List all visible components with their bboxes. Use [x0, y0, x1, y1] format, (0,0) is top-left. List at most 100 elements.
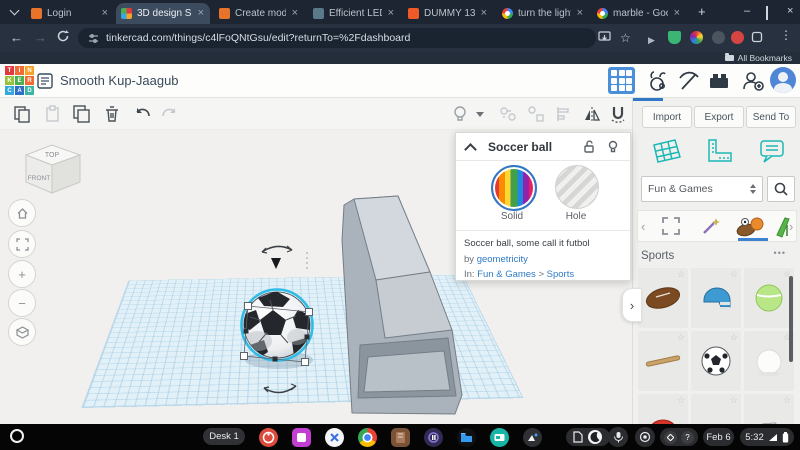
- ungroup-icon[interactable]: [526, 104, 546, 129]
- tab-close-icon[interactable]: ×: [576, 8, 584, 19]
- notification-tray[interactable]: [566, 428, 610, 446]
- shape-baseball-bat[interactable]: ☆: [638, 331, 688, 391]
- copy-icon[interactable]: [12, 104, 32, 129]
- redo-icon[interactable]: [160, 104, 180, 129]
- bookmark-star-icon[interactable]: ☆: [620, 30, 631, 46]
- shape-tennis-ball[interactable]: ☆: [744, 268, 794, 328]
- magnet-snap-icon[interactable]: [608, 104, 628, 129]
- app-icon-files[interactable]: [457, 428, 476, 447]
- app-icon-paint[interactable]: [259, 428, 278, 447]
- tinkercad-logo[interactable]: T I N K E R C A D: [5, 66, 34, 95]
- add-person-icon[interactable]: [740, 68, 766, 99]
- minecraft-pickaxe-icon[interactable]: [676, 68, 702, 99]
- ruler-tool-icon[interactable]: [703, 136, 735, 171]
- app-icon-card[interactable]: [490, 428, 509, 447]
- browser-menu-kebab-icon[interactable]: ⋮: [780, 28, 792, 42]
- paste-icon[interactable]: [42, 104, 62, 129]
- tab-close-icon[interactable]: ×: [197, 8, 205, 19]
- shapes-grid-button[interactable]: [608, 67, 635, 94]
- restore-window-button[interactable]: [766, 6, 768, 20]
- show-hide-dropdown-caret[interactable]: [476, 112, 484, 117]
- carousel-left-chevron[interactable]: ‹: [641, 219, 645, 234]
- accessibility-tray[interactable]: ?: [660, 428, 698, 446]
- app-icon-chrome[interactable]: [358, 428, 377, 447]
- tab-create-model[interactable]: Create model | F... ×: [214, 3, 304, 24]
- send-to-button[interactable]: Send To: [746, 106, 796, 128]
- panel-collapse-button[interactable]: ›: [622, 288, 642, 322]
- url-omnibox[interactable]: tinkercad.com/things/c4lFoQNtGsu/edit?re…: [78, 28, 596, 48]
- carousel-right-chevron[interactable]: ›: [789, 219, 793, 234]
- app-icon-purple[interactable]: [424, 428, 443, 447]
- close-window-button[interactable]: ×: [787, 5, 793, 17]
- tab-light-strip[interactable]: turn the light stri... ×: [497, 3, 589, 24]
- delete-icon[interactable]: [102, 104, 122, 129]
- tab-close-icon[interactable]: ×: [387, 8, 395, 19]
- import-button[interactable]: Import: [642, 106, 692, 128]
- selection-frame-icon[interactable]: [660, 215, 682, 242]
- category-dropdown[interactable]: Fun & Games: [641, 176, 763, 202]
- screen-record-button[interactable]: [635, 427, 655, 447]
- raise-handle-cone[interactable]: [271, 258, 281, 269]
- collapse-chevron-icon[interactable]: [464, 143, 477, 156]
- all-bookmarks-button[interactable]: All Bookmarks: [724, 53, 792, 63]
- design-title[interactable]: Smooth Kup-Jaagub: [60, 73, 179, 88]
- help-button[interactable]: ?: [681, 430, 694, 444]
- red-extension-icon[interactable]: [731, 31, 744, 44]
- ramp-shape[interactable]: [341, 195, 463, 415]
- site-info-icon[interactable]: [88, 33, 99, 44]
- reload-icon[interactable]: [56, 29, 70, 47]
- forward-icon[interactable]: →: [34, 30, 47, 46]
- shape-american-football[interactable]: ☆: [638, 268, 688, 328]
- app-icon-blue-x[interactable]: [325, 428, 344, 447]
- unlock-icon[interactable]: [582, 139, 596, 159]
- shield-extension-icon[interactable]: [668, 31, 681, 44]
- tinker-hand-icon[interactable]: [644, 68, 670, 99]
- group-icon[interactable]: [498, 104, 518, 129]
- duplicate-icon[interactable]: [72, 104, 92, 129]
- send-to-device-icon[interactable]: [598, 30, 611, 47]
- desk-button[interactable]: Desk 1: [203, 428, 245, 445]
- diamond-button[interactable]: [664, 430, 677, 444]
- profile-avatar[interactable]: [770, 67, 796, 93]
- category-link[interactable]: Fun & Games: [477, 269, 536, 280]
- tab-close-icon[interactable]: ×: [673, 8, 681, 19]
- sidepanel-icon[interactable]: ▶: [648, 32, 655, 48]
- app-icon-gallery[interactable]: [523, 428, 542, 447]
- lego-brick-icon[interactable]: [706, 68, 732, 99]
- back-icon[interactable]: ←: [10, 30, 23, 46]
- zoom-out-button[interactable]: −: [8, 289, 36, 317]
- soccer-ball-object[interactable]: [240, 288, 314, 362]
- tab-dummy-print[interactable]: DUMMY 13 Print... ×: [403, 3, 493, 24]
- notes-tool-icon[interactable]: [757, 136, 787, 171]
- flip-mirror-icon[interactable]: [582, 104, 602, 129]
- export-button[interactable]: Export: [694, 106, 744, 128]
- show-hide-lightbulb-icon[interactable]: [450, 104, 470, 129]
- dots-extension-icon[interactable]: [712, 31, 725, 44]
- tab-close-icon[interactable]: ×: [101, 8, 109, 19]
- minimize-window-button[interactable]: –: [744, 5, 750, 17]
- shape-search-button[interactable]: [767, 176, 795, 202]
- home-view-button[interactable]: [8, 199, 36, 227]
- fit-view-button[interactable]: [8, 230, 36, 258]
- tab-login[interactable]: Login ×: [26, 3, 114, 24]
- color-extension-icon[interactable]: [690, 31, 703, 44]
- app-icon-book[interactable]: [391, 428, 410, 447]
- microphone-button[interactable]: [608, 427, 628, 447]
- solid-option[interactable]: [491, 165, 537, 211]
- shape-soccer-ball[interactable]: ☆: [691, 331, 741, 391]
- extensions-puzzle-icon[interactable]: [751, 31, 763, 47]
- tab-close-icon[interactable]: ×: [480, 8, 488, 19]
- zoom-in-button[interactable]: +: [8, 260, 36, 288]
- hole-option[interactable]: [555, 165, 599, 209]
- tab-3d-design[interactable]: 3D design Smoo... ×: [116, 3, 210, 24]
- launcher-button[interactable]: [10, 429, 24, 443]
- workplane-tool-icon[interactable]: [649, 136, 683, 171]
- tab-search-chevron-icon[interactable]: [9, 5, 20, 16]
- author-link[interactable]: geometricity: [477, 254, 528, 265]
- shape-football-helmet[interactable]: ☆: [691, 268, 741, 328]
- subcategory-link[interactable]: Sports: [547, 269, 574, 280]
- app-icon-magenta[interactable]: [292, 428, 311, 447]
- new-tab-button[interactable]: +: [698, 4, 706, 19]
- tab-led-circuit[interactable]: Efficient LED Cir... ×: [308, 3, 400, 24]
- magic-wand-icon[interactable]: [700, 215, 722, 242]
